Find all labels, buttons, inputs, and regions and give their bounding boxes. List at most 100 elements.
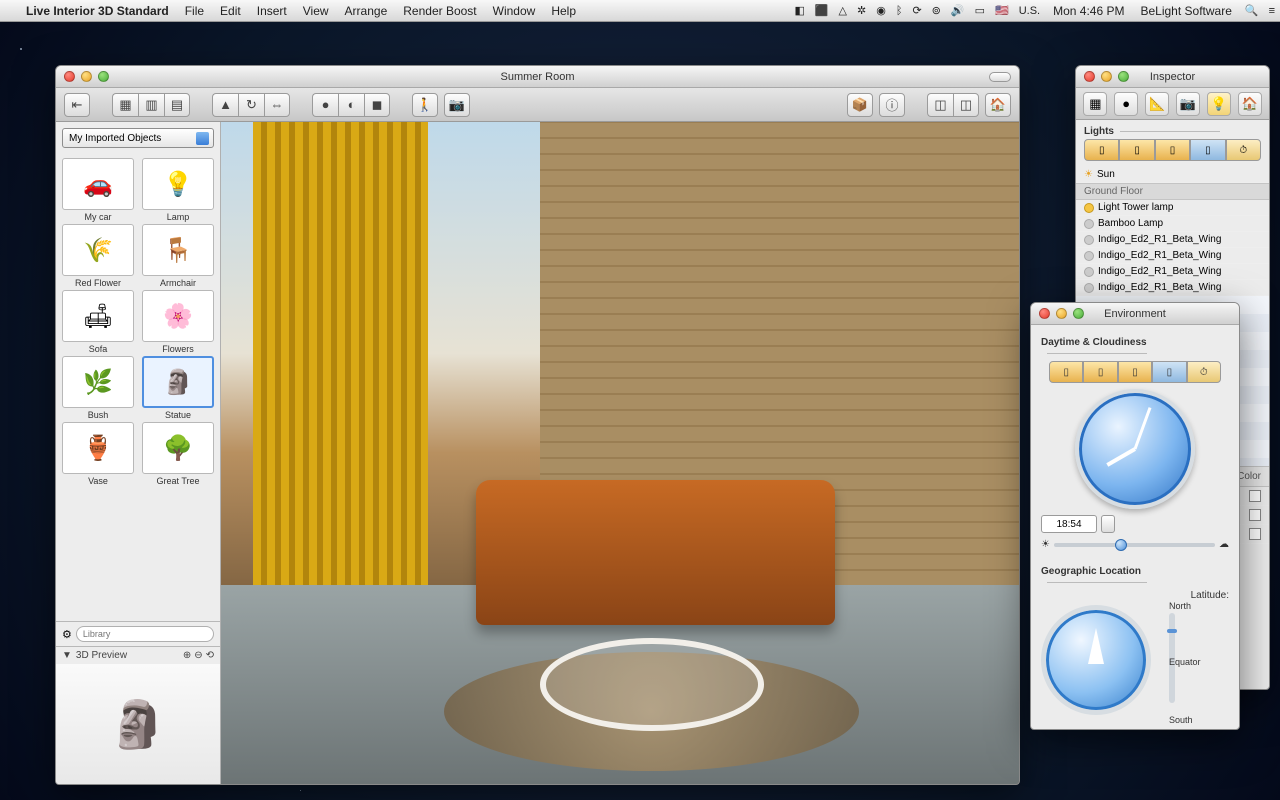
notifications-icon[interactable]: ≡ — [1264, 5, 1280, 17]
menubar-clock[interactable]: Mon 4:46 PM — [1045, 4, 1132, 18]
flag-icon[interactable]: 🇺🇸 — [990, 4, 1014, 17]
light-sun[interactable]: ☀Sun — [1076, 167, 1269, 183]
panel-left-button[interactable]: ◫ — [927, 93, 953, 117]
tab-camera[interactable]: 📷 — [1176, 92, 1200, 116]
preview-3d[interactable]: 🗿 — [56, 664, 220, 784]
battery-icon[interactable]: ▭ — [970, 4, 990, 17]
nav-back-button[interactable]: ⇤ — [64, 93, 90, 117]
locale-label[interactable]: U.S. — [1014, 5, 1045, 17]
inspector-titlebar[interactable]: Inspector — [1076, 66, 1269, 88]
latitude-scale[interactable]: North Equator South — [1169, 601, 1229, 725]
color-swatch[interactable] — [1249, 490, 1261, 502]
daytime-evening[interactable]: ▯ — [1152, 361, 1186, 383]
library-search-input[interactable] — [76, 626, 214, 642]
menu-insert[interactable]: Insert — [249, 4, 295, 18]
daytime-noon[interactable]: ▯ — [1155, 139, 1190, 161]
library-item[interactable]: 🌿Bush — [60, 356, 136, 420]
volume-icon[interactable]: 🔊 — [946, 4, 970, 17]
camera-button[interactable]: 📷 — [444, 93, 470, 117]
close-icon[interactable] — [64, 71, 75, 82]
wifi-icon[interactable]: ⊚ — [927, 4, 946, 17]
toolbar-toggle[interactable] — [989, 72, 1011, 82]
minimize-icon[interactable] — [1056, 308, 1067, 319]
tab-lights[interactable]: 💡 — [1207, 92, 1231, 116]
menu-view[interactable]: View — [295, 4, 337, 18]
walk-button[interactable]: 🚶 — [412, 93, 438, 117]
play-button[interactable]: ◐ — [338, 93, 364, 117]
time-input[interactable] — [1041, 515, 1097, 533]
select-tool[interactable]: ▲ — [212, 93, 238, 117]
zoom-in-icon[interactable]: ⊕ — [183, 650, 191, 661]
daytime-morning[interactable]: ▯ — [1083, 361, 1117, 383]
menu-window[interactable]: Window — [485, 4, 544, 18]
bluetooth-icon[interactable]: ᛒ — [891, 5, 908, 17]
viewport-3d[interactable] — [221, 122, 1019, 784]
stop-button[interactable]: ◼ — [364, 93, 390, 117]
spotlight-icon[interactable]: 🔍 — [1240, 4, 1264, 17]
tab-materials[interactable]: ● — [1114, 92, 1138, 116]
menu-edit[interactable]: Edit — [212, 4, 249, 18]
light-item[interactable]: Indigo_Ed2_R1_Beta_Wing — [1076, 264, 1269, 280]
compass-dial[interactable] — [1041, 605, 1151, 715]
close-icon[interactable] — [1039, 308, 1050, 319]
library-category-combo[interactable]: My Imported Objects — [62, 128, 214, 148]
color-swatch[interactable] — [1249, 509, 1261, 521]
clock-dial[interactable] — [1075, 389, 1195, 509]
tab-object[interactable]: ▦ — [1083, 92, 1107, 116]
library-item[interactable]: 🌳Great Tree — [140, 422, 216, 486]
window-controls[interactable] — [56, 71, 109, 82]
daytime-noon[interactable]: ▯ — [1118, 361, 1152, 383]
gear-icon[interactable]: ⚙ — [62, 628, 72, 641]
daytime-evening[interactable]: ▯ — [1190, 139, 1225, 161]
pan-tool[interactable]: ⇔ — [264, 93, 290, 117]
color-swatch[interactable] — [1249, 528, 1261, 540]
library-item[interactable]: 🏺Vase — [60, 422, 136, 486]
info-button[interactable]: ⓘ — [879, 93, 905, 117]
library-item[interactable]: 🌾Red Flower — [60, 224, 136, 288]
status-icon[interactable]: ◧ — [789, 4, 809, 17]
status-icon[interactable]: △ — [834, 4, 852, 17]
status-icon[interactable]: ◉ — [871, 4, 891, 17]
show-compass-checkbox[interactable]: ✓ Show Compass in 2D Plan — [1041, 725, 1229, 730]
daytime-morning[interactable]: ▯ — [1119, 139, 1154, 161]
daytime-custom[interactable]: ⏱ — [1226, 139, 1261, 161]
light-item[interactable]: Indigo_Ed2_R1_Beta_Wing — [1076, 280, 1269, 296]
view-3d-button[interactable]: ▤ — [164, 93, 190, 117]
vendor-label[interactable]: BeLight Software — [1132, 4, 1239, 18]
panel-right-button[interactable]: ◫ — [953, 93, 979, 117]
daytime-dawn[interactable]: ▯ — [1084, 139, 1119, 161]
light-item[interactable]: Light Tower lamp — [1076, 200, 1269, 216]
daytime-dawn[interactable]: ▯ — [1049, 361, 1083, 383]
minimize-icon[interactable] — [81, 71, 92, 82]
daytime-custom[interactable]: ⏱ — [1187, 361, 1221, 383]
library-item[interactable]: 🌸Flowers — [140, 290, 216, 354]
menu-arrange[interactable]: Arrange — [337, 4, 396, 18]
status-icon[interactable]: ✲ — [852, 4, 871, 17]
close-icon[interactable] — [1084, 71, 1095, 82]
environment-titlebar[interactable]: Environment — [1031, 303, 1239, 325]
export-button[interactable]: 📦 — [847, 93, 873, 117]
view-split-button[interactable]: ▥ — [138, 93, 164, 117]
light-item[interactable]: Indigo_Ed2_R1_Beta_Wing — [1076, 232, 1269, 248]
home-button[interactable]: 🏠 — [985, 93, 1011, 117]
tab-measure[interactable]: 📐 — [1145, 92, 1169, 116]
menu-render-boost[interactable]: Render Boost — [395, 4, 484, 18]
zoom-out-icon[interactable]: ⊖ — [194, 650, 202, 661]
zoom-fit-icon[interactable]: ⟲ — [206, 650, 214, 661]
light-item[interactable]: Bamboo Lamp — [1076, 216, 1269, 232]
view-2d-button[interactable]: ▦ — [112, 93, 138, 117]
library-item[interactable]: 🛋Sofa — [60, 290, 136, 354]
orbit-tool[interactable]: ↻ — [238, 93, 264, 117]
app-name[interactable]: Live Interior 3D Standard — [18, 4, 177, 18]
menu-help[interactable]: Help — [543, 4, 584, 18]
tab-building[interactable]: 🏠 — [1238, 92, 1262, 116]
zoom-icon[interactable] — [1118, 71, 1129, 82]
minimize-icon[interactable] — [1101, 71, 1112, 82]
disclosure-icon[interactable]: ▼ — [62, 650, 72, 661]
time-stepper[interactable] — [1101, 515, 1115, 533]
library-item[interactable]: 🗿Statue — [140, 356, 216, 420]
library-item[interactable]: 🪑Armchair — [140, 224, 216, 288]
library-item[interactable]: 🚗My car — [60, 158, 136, 222]
library-item[interactable]: 💡Lamp — [140, 158, 216, 222]
zoom-icon[interactable] — [98, 71, 109, 82]
